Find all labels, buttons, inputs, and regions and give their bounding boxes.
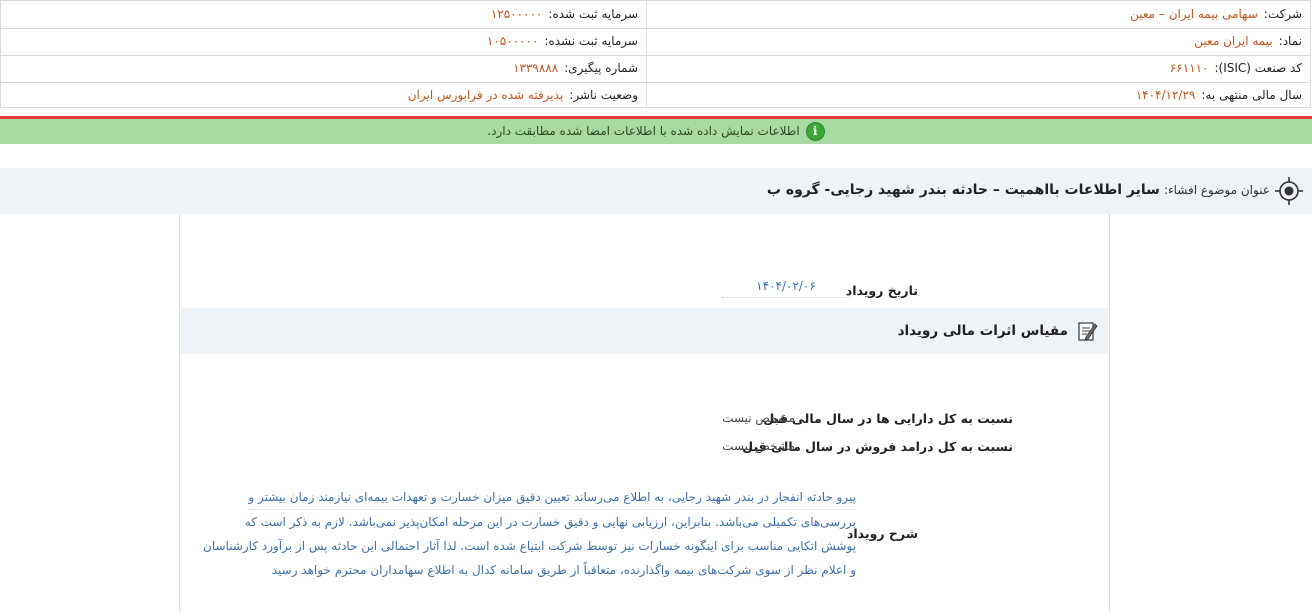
symbol-label: نماد: — [1278, 34, 1302, 48]
unreg-capital-value: ۱۰۵۰۰۰۰۰ — [486, 34, 539, 48]
unreg-capital-label: سرمایه ثبت نشده: — [544, 34, 638, 48]
subject-text: عنوان موضوع افشاء:سایر اطلاعات بااهمیت –… — [767, 168, 1270, 214]
description-line: و اعلام نظر از سوی شرکت‌های بیمه واگذارن… — [271, 563, 856, 577]
description-line: پیرو حادثه انفجار در بندر شهید رجایی، به… — [248, 485, 856, 510]
tracking-label: شماره پیگیری: — [564, 61, 638, 75]
reg-capital-label: سرمایه ثبت شده: — [548, 7, 638, 21]
unreg-capital-cell: سرمایه ثبت نشده: ۱۰۵۰۰۰۰۰ — [487, 28, 638, 55]
revenue-ratio-value: مشخص نیست — [722, 439, 795, 453]
event-date-label: تاریخ رویداد — [845, 283, 918, 298]
info-row-2: نماد: بیمه ایران معین سرمایه ثبت نشده: ۱۰۵… — [1, 28, 1310, 56]
target-icon — [1275, 177, 1303, 205]
company-info-table: شرکت: سهامی بیمه ایران – معین سرمایه ثبت … — [0, 0, 1311, 108]
event-date-value: ۱۴۰۴/۰۲/۰۶ — [722, 279, 850, 298]
verification-banner: i اطلاعات نمایش داده شده با اطلاعات امضا… — [0, 119, 1312, 144]
fiscal-label: سال مالی منتهی به: — [1201, 88, 1302, 102]
banner-text: اطلاعات نمایش داده شده با اطلاعات امضا ش… — [487, 124, 800, 138]
impact-title: مقیاس اثرات مالی رویداد — [897, 323, 1068, 339]
symbol-value: بیمه ایران معین — [1194, 34, 1273, 48]
reg-capital-cell: سرمایه ثبت شده: ۱۲۵۰۰۰۰۰ — [491, 1, 638, 28]
publisher-value: پذیرفته شده در فرابورس ایران — [407, 88, 564, 102]
info-row-3: کد صنعت (ISIC): ۶۶۱۱۱۰ شماره پیگیری: ۱۳۳۹۸… — [1, 55, 1310, 83]
isic-cell: کد صنعت (ISIC): ۶۶۱۱۱۰ — [1170, 55, 1302, 82]
symbol-cell: نماد: بیمه ایران معین — [1194, 28, 1302, 55]
reg-capital-value: ۱۲۵۰۰۰۰۰ — [490, 7, 543, 21]
publisher-cell: وضعیت ناشر: پذیرفته شده در فرابورس ایران — [408, 82, 638, 109]
subject-title: سایر اطلاعات بااهمیت – حادثه بندر شهید ر… — [766, 182, 1160, 198]
assets-ratio-value: مشخص نیست — [722, 411, 795, 425]
company-label: شرکت: — [1263, 7, 1302, 21]
description-line: پوشش اتکایی مناسب برای اینگونه خسارات نی… — [203, 539, 856, 553]
info-row-1: شرکت: سهامی بیمه ایران – معین سرمایه ثبت … — [1, 1, 1310, 29]
assets-ratio-label: نسبت به کل دارایی ها در سال مالی قبل — [763, 411, 1013, 426]
fiscal-cell: سال مالی منتهی به: ۱۴۰۴/۱۲/۲۹ — [1136, 82, 1302, 109]
info-row-4: سال مالی منتهی به: ۱۴۰۴/۱۲/۲۹ وضعیت ناشر:… — [1, 82, 1310, 109]
subject-label: عنوان موضوع افشاء: — [1163, 183, 1270, 197]
info-icon: i — [805, 122, 825, 141]
description-line: بررسی‌های تکمیلی می‌باشد. بنابراین، ارزی… — [244, 515, 856, 529]
edit-note-icon — [1078, 322, 1098, 341]
subject-bar: عنوان موضوع افشاء:سایر اطلاعات بااهمیت –… — [0, 168, 1312, 214]
company-cell: شرکت: سهامی بیمه ایران – معین — [1130, 1, 1302, 28]
event-description-label: شرح رویداد — [846, 526, 918, 541]
fiscal-value: ۱۴۰۴/۱۲/۲۹ — [1135, 88, 1196, 102]
tracking-value: ۱۳۳۹۸۸۸ — [513, 61, 559, 75]
event-description: پیرو حادثه انفجار در بندر شهید رجایی، به… — [203, 485, 856, 582]
tracking-cell: شماره پیگیری: ۱۳۳۹۸۸۸ — [513, 55, 638, 82]
isic-label: کد صنعت (ISIC): — [1214, 61, 1302, 75]
company-value: سهامی بیمه ایران – معین — [1130, 7, 1258, 21]
isic-value: ۶۶۱۱۱۰ — [1169, 61, 1209, 75]
impact-section-header: مقیاس اثرات مالی رویداد — [181, 308, 1108, 354]
publisher-label: وضعیت ناشر: — [569, 88, 638, 102]
